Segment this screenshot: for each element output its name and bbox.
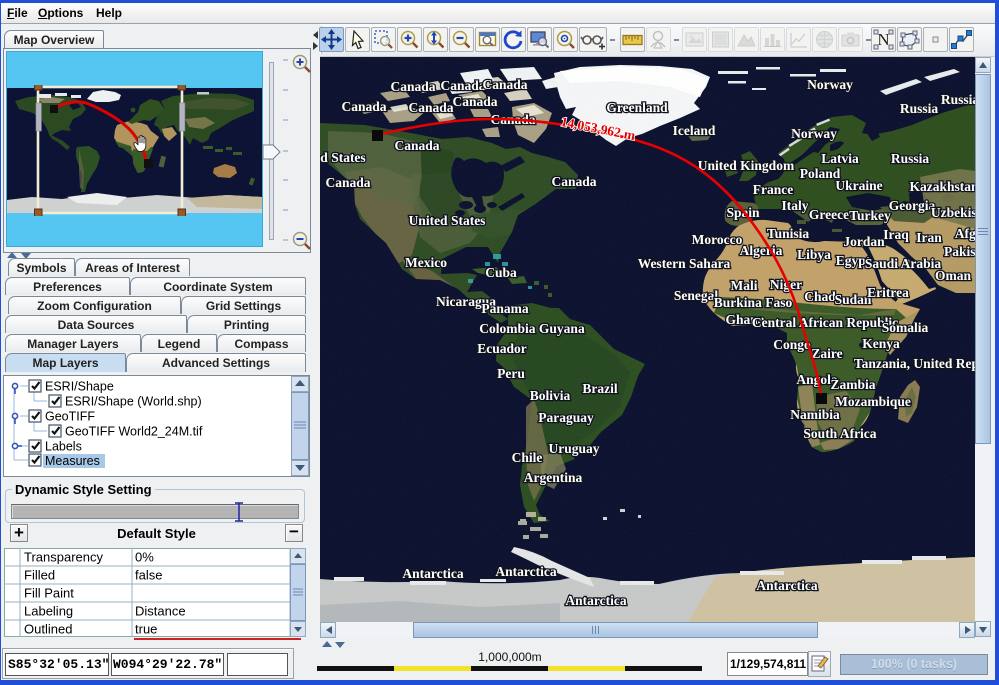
svg-text:ESRI/Shape: ESRI/Shape xyxy=(45,380,114,394)
svg-text:Italy: Italy xyxy=(782,198,809,213)
svg-text:Morocco: Morocco xyxy=(692,232,743,247)
svg-text:Namibia: Namibia xyxy=(790,407,840,422)
svg-text:Western Sahara: Western Sahara xyxy=(638,256,731,271)
svg-text:Labeling: Labeling xyxy=(24,604,73,619)
svg-text:Kazakhstan: Kazakhstan xyxy=(909,179,975,194)
svg-text:Senegal: Senegal xyxy=(674,288,719,303)
svg-text:Colombia Guyana: Colombia Guyana xyxy=(479,321,585,336)
svg-text:Libya: Libya xyxy=(797,247,831,262)
svg-text:Canada: Canada xyxy=(341,99,386,114)
svg-text:Greece: Greece xyxy=(809,207,849,222)
svg-text:Cuba: Cuba xyxy=(485,265,517,280)
svg-text:Antarctica: Antarctica xyxy=(402,566,463,581)
svg-text:Russia: Russia xyxy=(900,101,939,116)
svg-text:Tanzania, United Repub: Tanzania, United Repub xyxy=(854,356,975,371)
svg-text:Algeria: Algeria xyxy=(740,243,783,258)
svg-text:Uruguay: Uruguay xyxy=(548,441,599,456)
svg-text:Measures: Measures xyxy=(45,454,100,468)
svg-text:GeoTIFF: GeoTIFF xyxy=(45,410,95,424)
svg-text:Kenya: Kenya xyxy=(862,336,900,351)
svg-text:Zaire: Zaire xyxy=(811,346,842,361)
svg-text:Central African Republic: Central African Republic xyxy=(752,315,898,330)
svg-text:Antarctica: Antarctica xyxy=(495,564,556,579)
svg-text:Canada: Canada xyxy=(394,138,439,153)
svg-text:Ecuador: Ecuador xyxy=(477,341,527,356)
svg-text:Latvia: Latvia xyxy=(821,151,859,166)
svg-text:Canada: Canada xyxy=(452,94,497,109)
svg-text:Norway: Norway xyxy=(807,77,853,92)
svg-text:Jordan: Jordan xyxy=(843,234,885,249)
svg-text:United Kingdom: United Kingdom xyxy=(698,158,795,173)
svg-text:Canada: Canada xyxy=(408,100,453,115)
svg-text:Zambia: Zambia xyxy=(830,377,875,392)
svg-text:Russia: Russia xyxy=(891,151,930,166)
svg-text:Oman: Oman xyxy=(935,268,971,283)
svg-text:false: false xyxy=(135,568,162,583)
svg-text:Russia: Russia xyxy=(941,92,975,107)
svg-text:Argentina: Argentina xyxy=(524,470,583,485)
svg-text:Paraguay: Paraguay xyxy=(538,410,594,425)
svg-text:Mexico: Mexico xyxy=(405,255,447,270)
svg-text:Antarctica: Antarctica xyxy=(756,578,817,593)
svg-text:United States: United States xyxy=(409,213,486,228)
svg-text:South Africa: South Africa xyxy=(803,426,876,441)
svg-text:Somalia: Somalia xyxy=(882,320,929,335)
svg-text:Norway: Norway xyxy=(791,126,837,141)
svg-text:Canada: Canada xyxy=(551,174,596,189)
svg-text:Chad: Chad xyxy=(804,289,836,304)
svg-text:ESRI/Shape (World.shp): ESRI/Shape (World.shp) xyxy=(65,395,202,409)
svg-text:Bolivia: Bolivia xyxy=(530,388,571,403)
svg-text:Georgia: Georgia xyxy=(889,198,936,213)
svg-text:N: N xyxy=(877,30,889,49)
svg-text:Canada: Canada xyxy=(390,79,435,94)
svg-text:Pakist: Pakist xyxy=(944,244,975,259)
svg-text:true: true xyxy=(135,622,157,637)
svg-text:France: France xyxy=(753,182,793,197)
svg-text:Eritrea: Eritrea xyxy=(867,285,909,300)
svg-text:Tunisia: Tunisia xyxy=(767,226,810,241)
svg-text:Chile: Chile xyxy=(512,450,543,465)
svg-text:Canada: Canada xyxy=(440,78,485,93)
svg-text:Burkina Faso: Burkina Faso xyxy=(714,295,793,310)
svg-text:Greenland: Greenland xyxy=(606,100,668,115)
svg-text:Canada: Canada xyxy=(325,175,370,190)
svg-text:GeoTIFF World2_24M.tif: GeoTIFF World2_24M.tif xyxy=(65,425,203,439)
svg-text:Ukraine: Ukraine xyxy=(835,178,882,193)
svg-text:Filled: Filled xyxy=(24,568,55,583)
svg-text:Mali: Mali xyxy=(731,278,758,293)
svg-text:ed States: ed States xyxy=(320,150,366,165)
svg-text:Distance: Distance xyxy=(135,604,186,619)
svg-text:Canada: Canada xyxy=(482,77,527,92)
svg-text:Outlined: Outlined xyxy=(24,622,72,637)
svg-text:Iran: Iran xyxy=(916,230,942,245)
svg-text:Saudi Arabia: Saudi Arabia xyxy=(865,256,941,271)
svg-text:Transparency: Transparency xyxy=(24,550,103,565)
svg-text:Turkey: Turkey xyxy=(849,208,891,223)
svg-text:Iceland: Iceland xyxy=(673,123,716,138)
svg-text:0%: 0% xyxy=(135,550,154,565)
svg-text:Afgh: Afgh xyxy=(955,226,975,241)
svg-text:Labels: Labels xyxy=(45,440,82,454)
svg-text:Uzbekist: Uzbekist xyxy=(931,205,975,220)
svg-text:Antarctica: Antarctica xyxy=(565,593,626,608)
svg-text:Panama: Panama xyxy=(481,301,529,316)
svg-text:Mozambique: Mozambique xyxy=(835,394,911,409)
svg-text:Brazil: Brazil xyxy=(582,381,617,396)
svg-text:Iraq: Iraq xyxy=(883,227,909,242)
svg-text:Fill Paint: Fill Paint xyxy=(24,586,74,601)
svg-text:Peru: Peru xyxy=(497,366,525,381)
